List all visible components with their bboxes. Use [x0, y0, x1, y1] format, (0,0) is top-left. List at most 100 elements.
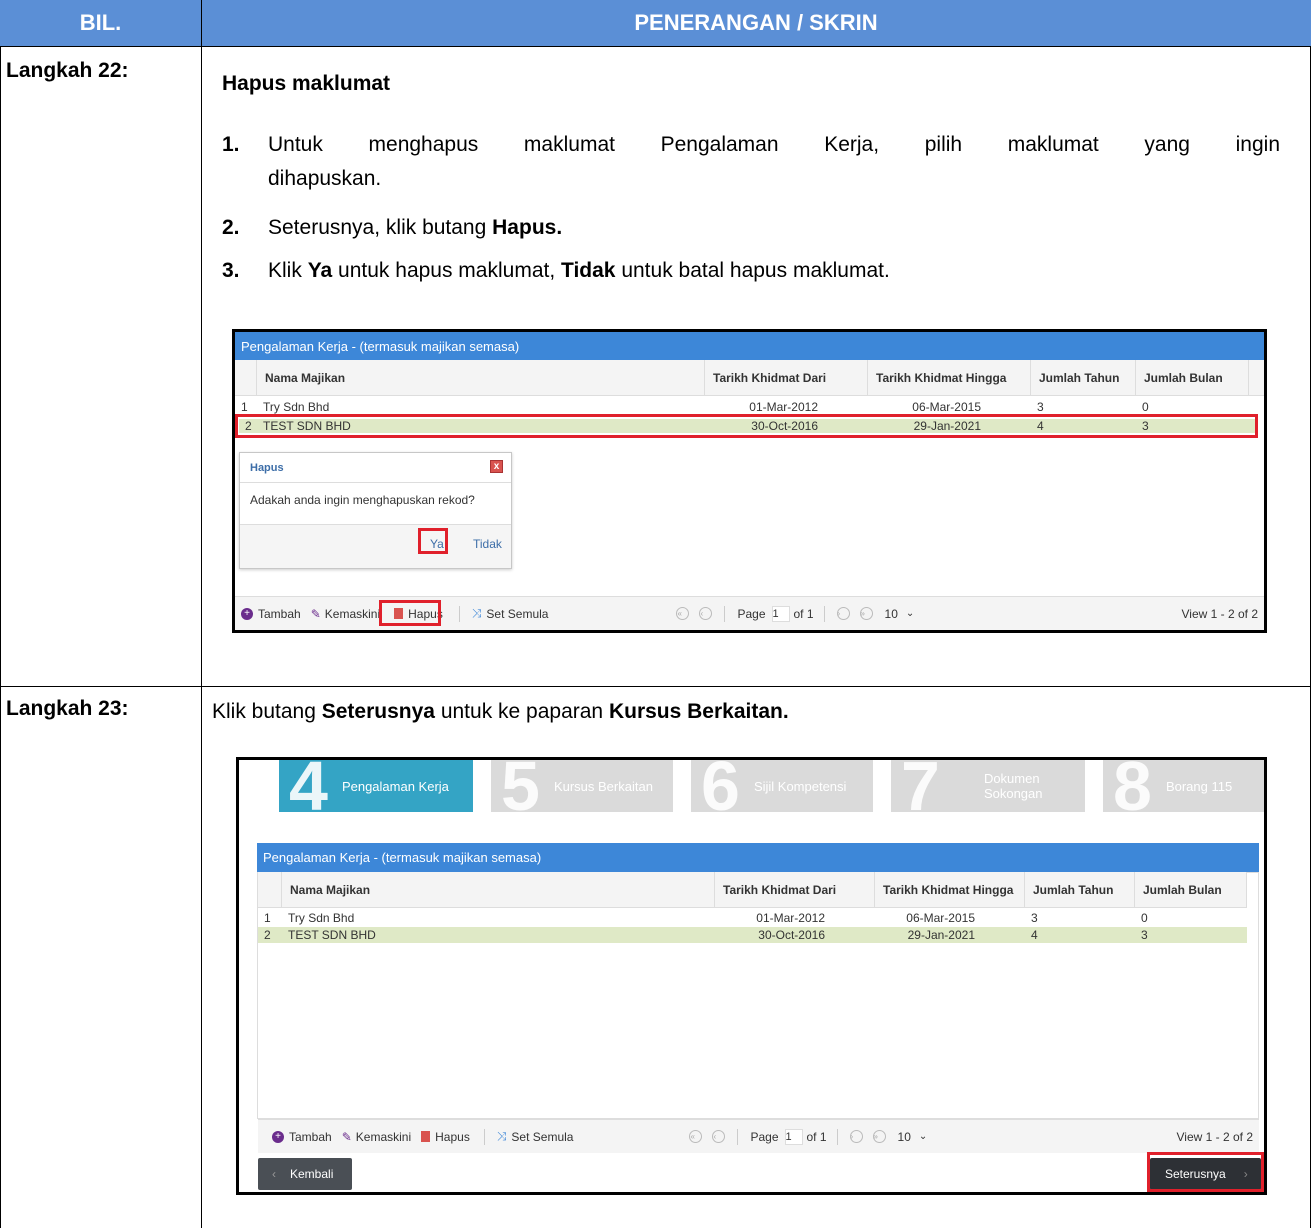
instruction-3-mid: untuk hapus maklumat,	[332, 259, 562, 282]
col-no	[258, 872, 282, 907]
page-label: Page	[750, 1129, 779, 1144]
step-gap	[473, 760, 491, 812]
grid-title: Pengalaman Kerja - (termasuk majikan sem…	[257, 843, 1259, 872]
row-tahun: 3	[1037, 400, 1044, 414]
prev-page-button[interactable]: ‹	[699, 607, 713, 620]
wizard-step-4[interactable]: 4 Pengalaman Kerja	[279, 760, 473, 821]
table-row[interactable]: 1 Try Sdn Bhd 01-Mar-2012 06-Mar-2015 3 …	[235, 400, 1255, 414]
grid-toolbar: + Tambah ✎ Kemaskini Hapus ⤨ Set Semula « ‹…	[258, 1119, 1259, 1153]
row-nama: Try Sdn Bhd	[263, 400, 330, 414]
col-tarikh-hingga[interactable]: Tarikh Khidmat Hingga	[868, 360, 1031, 395]
col-jumlah-tahun[interactable]: Jumlah Tahun	[1031, 360, 1136, 395]
col-nama-majikan[interactable]: Nama Majikan	[257, 360, 705, 395]
dialog-message: Adakah anda ingin menghapuskan rekod?	[250, 493, 475, 507]
step-number: 7	[901, 757, 940, 825]
table-row[interactable]: 1 Try Sdn Bhd 01-Mar-2012 06-Mar-2015 3 …	[258, 911, 1247, 925]
prev-page-icon: ‹	[712, 1130, 726, 1143]
instruction-3-ya: Ya	[307, 259, 333, 282]
reset-button[interactable]: ⤨ Set Semula	[497, 1129, 574, 1144]
page-input[interactable]: 1	[784, 1128, 803, 1145]
highlight-next-button	[1147, 1152, 1264, 1192]
reset-button[interactable]: ⤨ Set Semula	[472, 606, 549, 621]
col-no	[235, 360, 257, 395]
step-23-label: Langkah 23:	[6, 697, 129, 720]
step-label: Pengalaman Kerja	[341, 778, 449, 794]
row-dari: 01-Mar-2012	[749, 400, 818, 414]
step-gap	[1085, 760, 1103, 812]
confirm-delete-dialog: Hapus x Adakah anda ingin menghapuskan r…	[239, 452, 512, 569]
instruction-2-text: Seterusnya, klik butang	[268, 216, 493, 239]
document-page: BIL. PENERANGAN / SKRIN Langkah 22: Hapu…	[0, 0, 1311, 1228]
delete-button[interactable]: Hapus	[421, 1130, 470, 1144]
grid-header-row: Nama Majikan Tarikh Khidmat Dari Tarikh …	[235, 360, 1264, 396]
row-nama: Try Sdn Bhd	[288, 911, 355, 925]
step-23-pre: Klik butang	[212, 700, 322, 723]
col-jumlah-bulan[interactable]: Jumlah Bulan	[1136, 360, 1249, 395]
edit-button[interactable]: ✎ Kemaskini	[342, 1130, 411, 1144]
reset-label: Set Semula	[511, 1129, 574, 1144]
highlight-selected-row	[235, 414, 1258, 438]
next-page-icon: ›	[849, 1130, 863, 1143]
pager-separator	[823, 605, 825, 622]
col-jumlah-tahun[interactable]: Jumlah Tahun	[1025, 872, 1135, 907]
last-page-button[interactable]: »	[859, 607, 873, 620]
last-page-icon: »	[859, 607, 873, 620]
pager-separator	[836, 1128, 838, 1145]
col-nama-majikan[interactable]: Nama Majikan	[282, 872, 715, 907]
instruction-1: 1. Untuk menghapus maklumat Pengalaman Ke…	[222, 128, 1282, 196]
col-tarikh-dari[interactable]: Tarikh Khidmat Dari	[715, 872, 875, 907]
chevron-down-icon: ⌄	[905, 608, 915, 619]
page-input[interactable]: 1	[771, 605, 790, 622]
no-button[interactable]: Tidak	[473, 537, 502, 551]
back-button[interactable]: ‹ Kembali	[258, 1158, 352, 1190]
last-page-icon: »	[872, 1130, 886, 1143]
table-border-h2	[0, 686, 1311, 687]
row-hingga: 29-Jan-2021	[907, 928, 975, 942]
step-label: Sijil Kompetensi	[753, 778, 847, 794]
edit-button[interactable]: ✎ Kemaskini	[311, 607, 380, 621]
add-label: Tambah	[258, 606, 301, 621]
row-dari: 01-Mar-2012	[756, 911, 825, 925]
header-bil: BIL.	[0, 0, 201, 46]
col-jumlah-bulan[interactable]: Jumlah Bulan	[1135, 872, 1247, 907]
instruction-3-number: 3.	[222, 259, 240, 282]
instruction-3-post: untuk batal hapus maklumat.	[615, 259, 890, 282]
col-tarikh-hingga[interactable]: Tarikh Khidmat Hingga	[875, 872, 1025, 907]
per-page-select[interactable]: 10 ⌄	[898, 1130, 928, 1144]
first-page-icon: «	[676, 607, 690, 620]
step-label: Dokumen Sokongan	[983, 771, 1043, 801]
next-page-button[interactable]: ›	[836, 607, 850, 620]
instruction-1-line2: dihapuskan.	[268, 167, 382, 190]
close-icon[interactable]: x	[490, 460, 503, 473]
first-page-button[interactable]: «	[676, 607, 690, 620]
wizard-step-5[interactable]: 5 Kursus Berkaitan	[491, 760, 673, 821]
table-row[interactable]: 2 TEST SDN BHD 30-Oct-2016 29-Jan-2021 4…	[258, 927, 1247, 943]
step-23-kursus: Kursus Berkaitan.	[608, 700, 789, 723]
per-page-select[interactable]: 10 ⌄	[885, 607, 915, 621]
row-hingga: 06-Mar-2015	[906, 911, 975, 925]
table-border-mid	[201, 0, 202, 1228]
wizard-step-8[interactable]: 8 Borang 115	[1103, 760, 1264, 821]
add-button[interactable]: + Tambah	[272, 1130, 332, 1144]
prev-page-button[interactable]: ‹	[712, 1130, 726, 1143]
first-page-button[interactable]: «	[689, 1130, 703, 1143]
row-no: 2	[264, 928, 271, 942]
step-gap	[673, 760, 691, 812]
step-label: Kursus Berkaitan	[553, 778, 653, 794]
step-22-title: Hapus maklumat	[222, 72, 391, 95]
add-button[interactable]: + Tambah	[241, 607, 301, 621]
step-label: Borang 115	[1165, 778, 1233, 794]
last-page-button[interactable]: »	[872, 1130, 886, 1143]
next-page-button[interactable]: ›	[849, 1130, 863, 1143]
step-number: 8	[1113, 757, 1152, 825]
col-tarikh-dari[interactable]: Tarikh Khidmat Dari	[705, 360, 868, 395]
grid-body	[257, 872, 1259, 1119]
row-bulan: 0	[1142, 400, 1149, 414]
grid-header-row: Nama Majikan Tarikh Khidmat Dari Tarikh …	[258, 872, 1247, 908]
chevron-down-icon: ⌄	[918, 1131, 928, 1142]
plus-circle-icon: +	[272, 1130, 284, 1143]
instruction-1-number: 1.	[222, 133, 240, 156]
wizard-step-7[interactable]: 7 Dokumen Sokongan	[891, 760, 1085, 821]
wizard-step-6[interactable]: 6 Sijil Kompetensi	[691, 760, 873, 821]
page-total: of 1	[806, 1129, 827, 1144]
